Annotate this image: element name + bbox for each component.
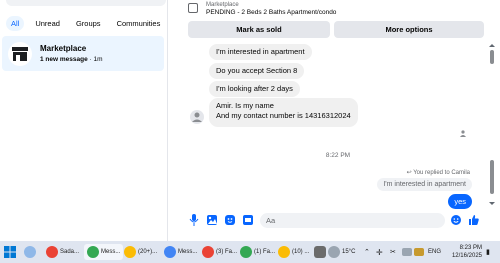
clock-time: 8:23 PM: [459, 245, 482, 251]
screen-icon[interactable]: [402, 244, 412, 260]
notification-icon[interactable]: ▮: [486, 244, 490, 260]
emoji-icon[interactable]: [450, 214, 462, 226]
reply-label: You replied to Camila: [413, 170, 470, 176]
chrome-icon: [278, 246, 290, 258]
conversation-subtitle: 1 new message · 1m: [40, 56, 103, 63]
conversation-item-marketplace[interactable]: Marketplace 1 new message · 1m: [2, 36, 164, 71]
message-line: Amir. Is my name: [216, 101, 274, 110]
chrome-icon: [240, 246, 252, 258]
taskbar-item[interactable]: (1) Fa...: [240, 244, 275, 260]
chrome-icon: [164, 246, 176, 258]
message-timestamp: 8:22 PM: [325, 152, 351, 159]
chrome-icon: [124, 246, 136, 258]
weather-widget[interactable]: 15°C: [328, 244, 355, 260]
taskbar-item[interactable]: (10) ...: [278, 244, 309, 260]
cut-icon[interactable]: ✂: [390, 244, 396, 260]
taskbar-item-label: (1) Fa...: [254, 249, 276, 255]
filter-all[interactable]: All: [6, 16, 25, 31]
listing-label: Marketplace: [206, 2, 239, 8]
chrome-icon: [202, 246, 214, 258]
marketplace-store-icon: [8, 42, 32, 66]
gif-icon[interactable]: [242, 214, 254, 226]
generic-app-icon: [314, 246, 326, 258]
incoming-message: I'm interested in apartment: [209, 44, 312, 60]
taskbar-item[interactable]: (3) Fa...: [202, 244, 237, 260]
move-icon[interactable]: ✛: [376, 244, 383, 260]
taskbar-item[interactable]: Sada...: [46, 244, 79, 260]
app-icon[interactable]: [314, 244, 326, 260]
more-options-button[interactable]: More options: [334, 21, 484, 38]
tray-icon[interactable]: [414, 244, 424, 260]
start-icon[interactable]: [4, 244, 16, 260]
reply-indicator: ↩ You replied to Camila: [407, 169, 470, 176]
taskbar-item-active[interactable]: Mess...: [84, 244, 124, 260]
taskbar-item-label: (10) ...: [292, 249, 310, 255]
listing-header[interactable]: Marketplace PENDING - 2 Beds 2 Baths Apa…: [188, 0, 336, 16]
filter-pills: All Unread Groups Communities: [6, 16, 165, 31]
chrome-icon: [46, 246, 58, 258]
incoming-message-multiline: Amir. Is my name And my contact number i…: [209, 98, 358, 127]
scrollbar-thumb-top[interactable]: [490, 50, 494, 64]
conversation-name: Marketplace: [40, 44, 87, 53]
taskbar-item[interactable]: Mess...: [164, 244, 197, 260]
new-message-count: 1 new message: [40, 56, 88, 63]
weather-temp: 15°C: [342, 249, 356, 255]
search-bar-edge[interactable]: [6, 0, 166, 6]
taskbar-item-label: (3) Fa...: [216, 249, 238, 255]
taskbar-item-label: Mess...: [178, 249, 198, 255]
scroll-up-arrow-icon[interactable]: [489, 44, 495, 47]
filter-communities[interactable]: Communities: [112, 16, 166, 31]
language-indicator[interactable]: ENG: [428, 244, 441, 260]
message-line: And my contact number is 14316312024: [216, 111, 351, 120]
message-input[interactable]: Aa: [260, 213, 445, 228]
microphone-icon[interactable]: [188, 214, 200, 226]
taskbar-item-label: Sada...: [60, 249, 80, 255]
scrollbar-thumb[interactable]: [490, 160, 494, 194]
filter-groups[interactable]: Groups: [71, 16, 106, 31]
sticker-icon[interactable]: [224, 214, 236, 226]
message-composer: Aa: [176, 210, 500, 232]
listing-status: PENDING - 2 Beds 2 Baths Apartment/condo: [206, 9, 337, 16]
clock-date: 12/16/2025: [451, 253, 482, 259]
quoted-message: I'm interested in apartment: [377, 178, 472, 191]
mark-as-sold-button[interactable]: Mark as sold: [188, 21, 330, 38]
system-clock[interactable]: 8:23 PM 12/16/2025: [452, 244, 482, 260]
weather-moon-icon: [328, 246, 340, 258]
seen-avatar-icon: [458, 128, 468, 138]
app-icon: [24, 246, 36, 258]
incoming-message: Do you accept Section 8: [209, 63, 305, 79]
cloud-app-icon[interactable]: [24, 244, 36, 260]
windows-taskbar: Sada... Mess... (20+)... Mess... (3) Fa.…: [0, 241, 500, 263]
photo-icon[interactable]: [206, 214, 218, 226]
sender-avatar[interactable]: [190, 110, 204, 124]
taskbar-item[interactable]: (20+)...: [124, 244, 157, 260]
message-thread: I'm interested in apartment Do you accep…: [176, 42, 500, 209]
scroll-down-arrow-icon[interactable]: [489, 202, 495, 205]
time-ago: · 1m: [87, 56, 103, 63]
outgoing-message: yes: [448, 194, 472, 209]
like-thumbs-up-icon[interactable]: [468, 214, 480, 226]
filter-unread[interactable]: Unread: [30, 16, 65, 31]
chrome-icon: [87, 246, 99, 258]
chevron-up-icon[interactable]: ⌃: [364, 244, 370, 260]
chat-list-pane: All Unread Groups Communities Marketplac…: [0, 0, 168, 241]
taskbar-item-label: Mess...: [101, 249, 121, 255]
chat-pane: Marketplace PENDING - 2 Beds 2 Baths Apa…: [176, 0, 500, 241]
taskbar-item-label: (20+)...: [138, 249, 158, 255]
incoming-message: I'm looking after 2 days: [209, 81, 300, 97]
